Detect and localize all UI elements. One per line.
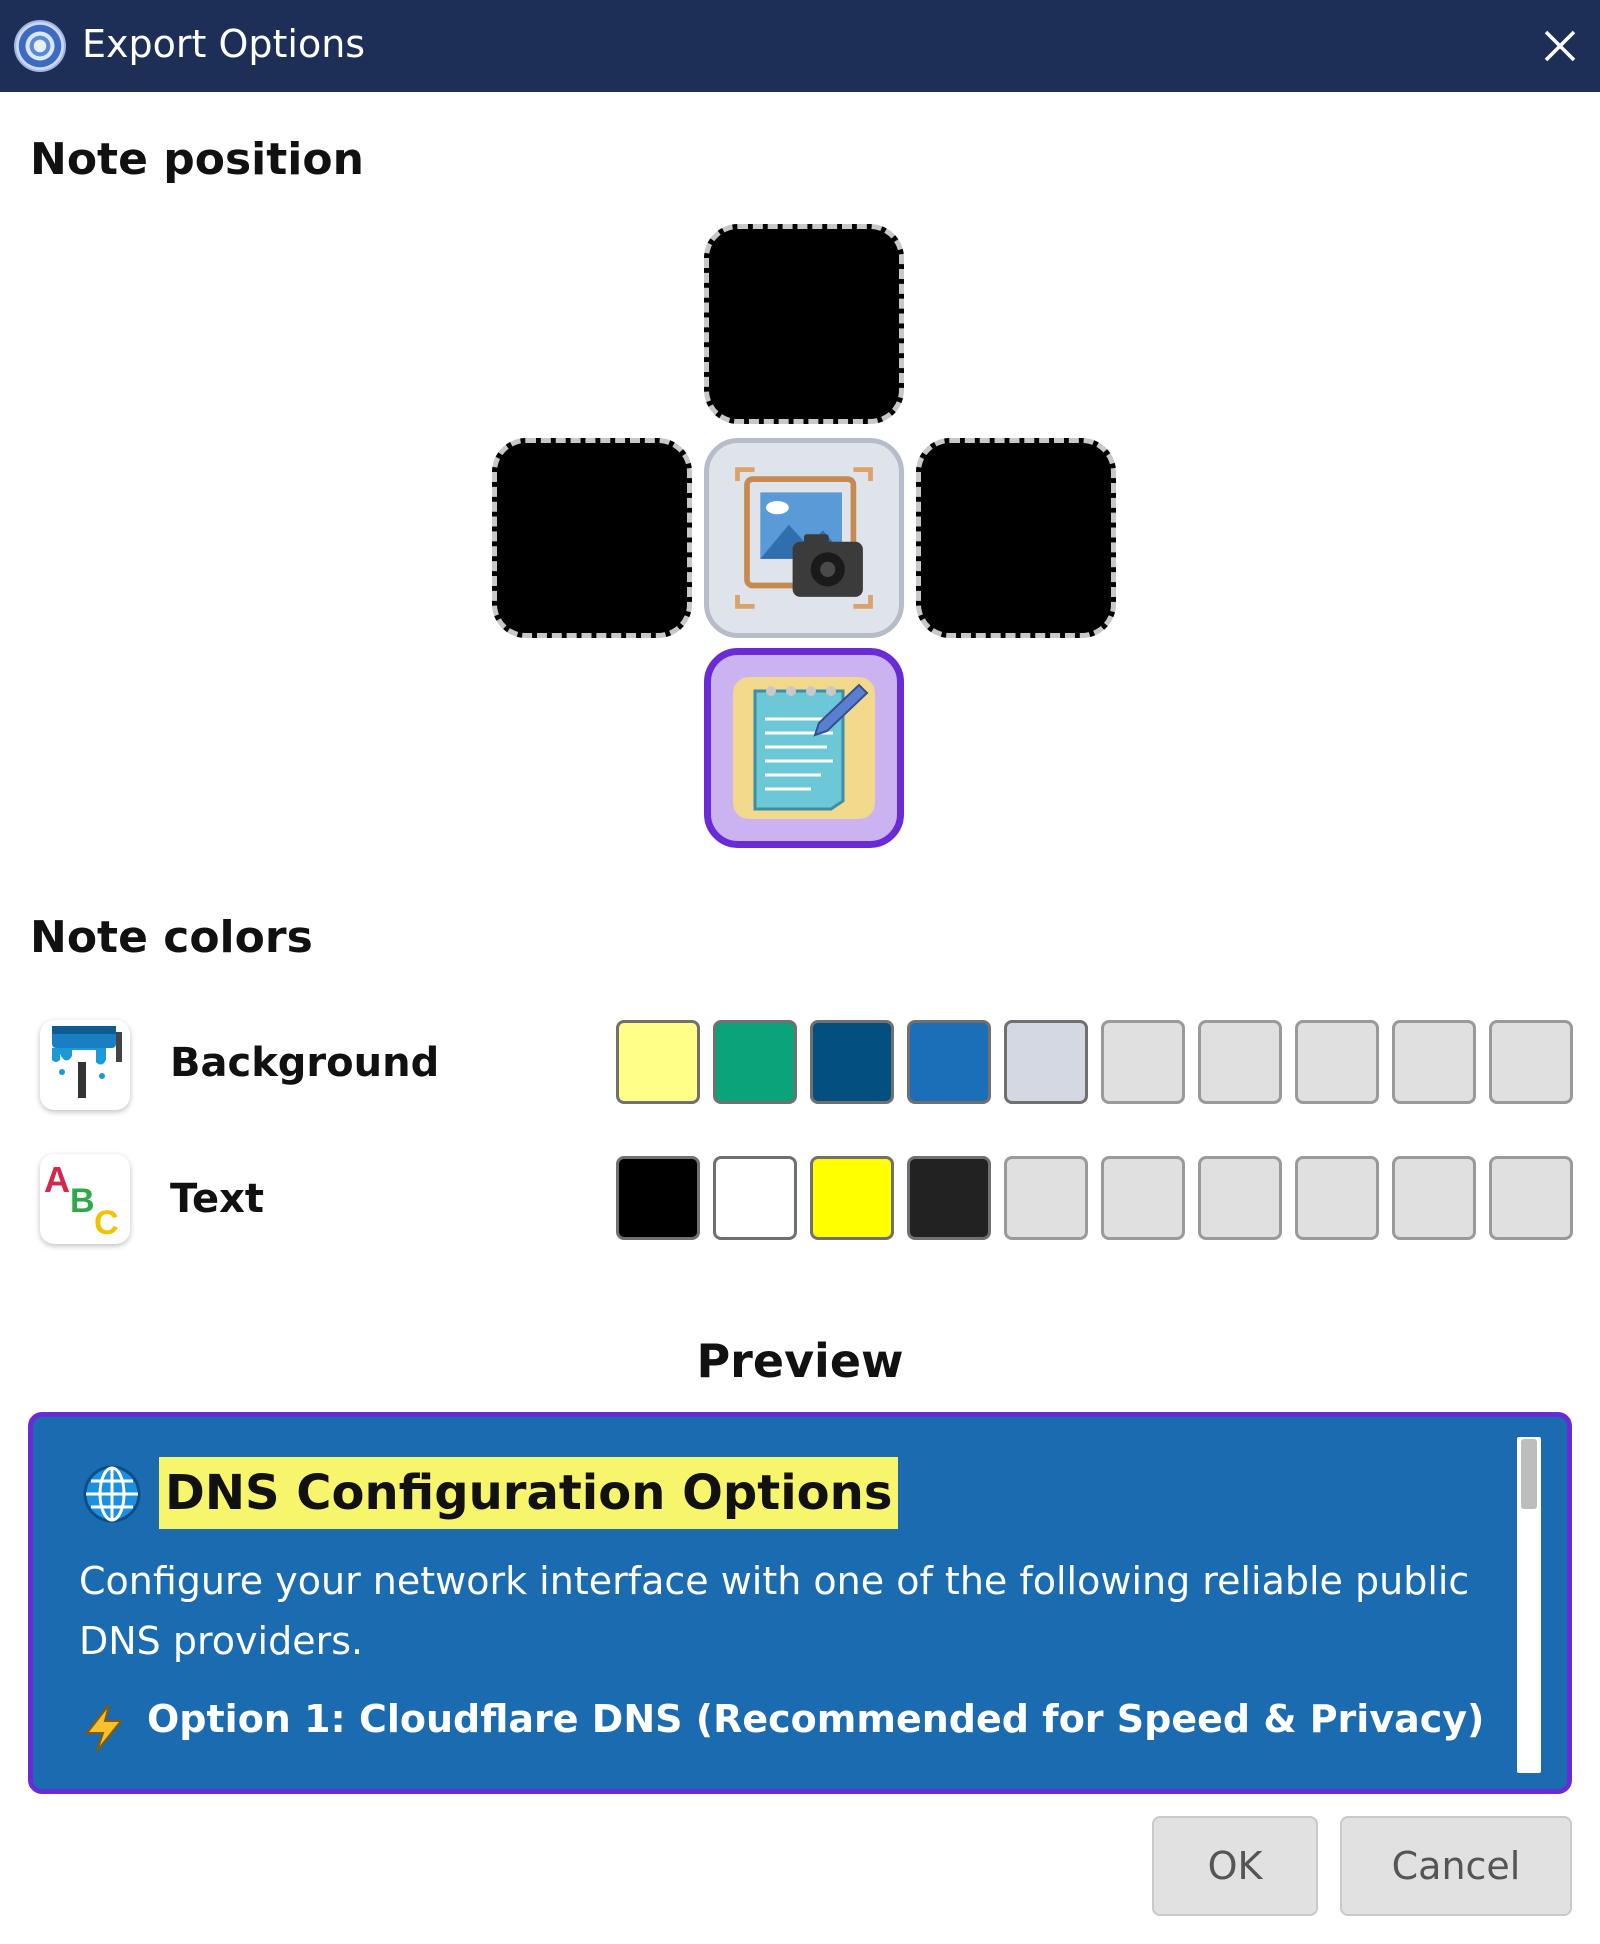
- cancel-button[interactable]: Cancel: [1340, 1816, 1572, 1916]
- background-swatch-5[interactable]: [1004, 1020, 1088, 1104]
- background-swatch-6[interactable]: [1101, 1020, 1185, 1104]
- globe-icon: [83, 1465, 141, 1523]
- position-right-button[interactable]: [916, 438, 1116, 638]
- background-label: Background: [170, 1040, 440, 1086]
- text-swatch-3[interactable]: [810, 1156, 894, 1240]
- position-center-image: [704, 438, 904, 638]
- note-colors-heading: Note colors: [30, 912, 313, 963]
- window-title: Export Options: [82, 22, 366, 66]
- note-position-heading: Note position: [30, 134, 364, 185]
- text-swatch-2[interactable]: [713, 1156, 797, 1240]
- background-swatch-2[interactable]: [713, 1020, 797, 1104]
- svg-text:A: A: [44, 1159, 70, 1200]
- background-swatch-8[interactable]: [1295, 1020, 1379, 1104]
- preview-note-heading: DNS Configuration Options: [159, 1457, 899, 1529]
- text-swatch-5[interactable]: [1004, 1156, 1088, 1240]
- preview-scroll-thumb[interactable]: [1521, 1439, 1537, 1509]
- background-swatch-1[interactable]: [616, 1020, 700, 1104]
- preview-heading: Preview: [696, 1334, 904, 1388]
- ok-button[interactable]: OK: [1152, 1816, 1318, 1916]
- svg-text:B: B: [70, 1182, 95, 1220]
- text-swatch-8[interactable]: [1295, 1156, 1379, 1240]
- position-top-button[interactable]: [704, 224, 904, 424]
- text-swatch-7[interactable]: [1198, 1156, 1282, 1240]
- preview-note-option: Option 1: Cloudflare DNS (Recommended fo…: [147, 1697, 1485, 1741]
- title-bar: Export Options: [0, 0, 1600, 92]
- background-swatch-4[interactable]: [907, 1020, 991, 1104]
- app-icon: [14, 20, 66, 72]
- close-icon: [1544, 30, 1576, 62]
- background-swatch-3[interactable]: [810, 1020, 894, 1104]
- preview-note-body: Configure your network interface with on…: [79, 1559, 1470, 1663]
- position-left-button[interactable]: [492, 438, 692, 638]
- position-bottom-button[interactable]: [704, 648, 904, 848]
- svg-text:C: C: [94, 1204, 119, 1242]
- preview-scrollbar[interactable]: [1517, 1437, 1541, 1773]
- text-swatch-4[interactable]: [907, 1156, 991, 1240]
- text-swatch-6[interactable]: [1101, 1156, 1185, 1240]
- photo-camera-icon: [735, 467, 873, 609]
- close-button[interactable]: [1532, 18, 1588, 74]
- paint-roller-icon: [40, 1020, 130, 1110]
- text-color-label: Text: [170, 1176, 265, 1222]
- preview-panel: DNS Configuration Options Configure your…: [28, 1412, 1572, 1794]
- lightning-icon: [84, 1704, 124, 1752]
- abc-text-icon: A B C: [40, 1154, 130, 1244]
- background-swatch-9[interactable]: [1392, 1020, 1476, 1104]
- text-swatch-9[interactable]: [1392, 1156, 1476, 1240]
- text-swatch-10[interactable]: [1489, 1156, 1573, 1240]
- background-swatch-10[interactable]: [1489, 1020, 1573, 1104]
- background-swatch-7[interactable]: [1198, 1020, 1282, 1104]
- text-swatch-1[interactable]: [616, 1156, 700, 1240]
- notepad-icon: [733, 677, 875, 819]
